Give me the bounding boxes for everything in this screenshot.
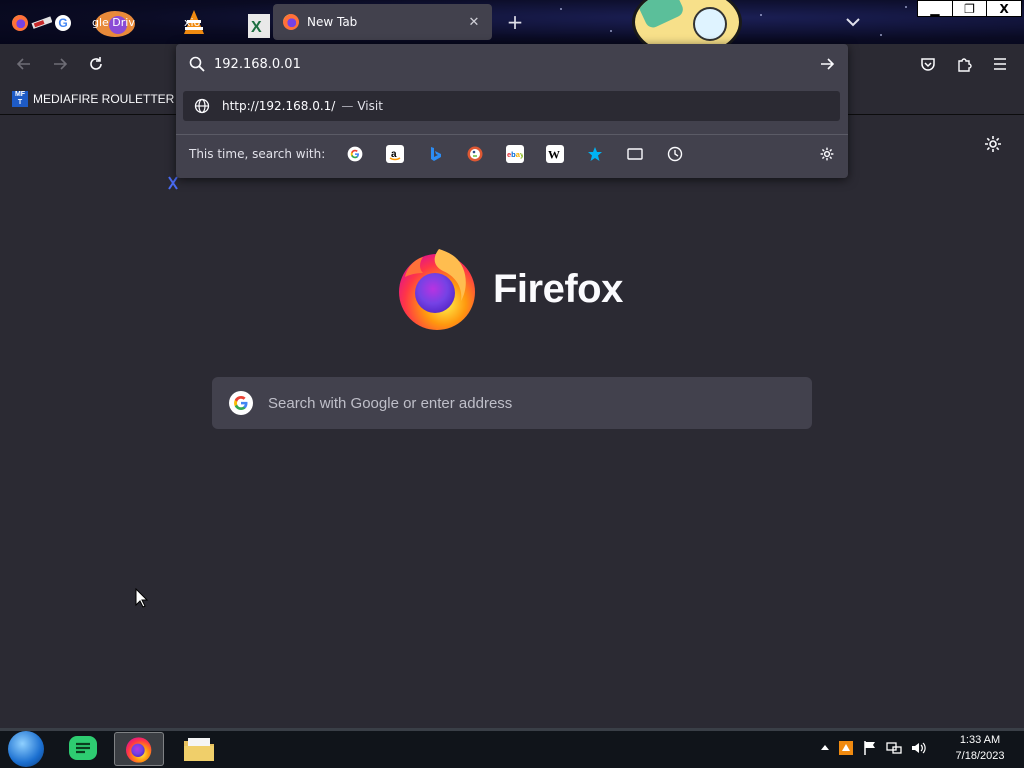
firefox-icon bbox=[12, 15, 28, 31]
drive-tab-text: gle Driv bbox=[92, 16, 135, 29]
windows-taskbar: 1:33 AM 7/18/2023 bbox=[0, 728, 1024, 768]
sticker-cap bbox=[636, 0, 686, 31]
newtab-search-input[interactable] bbox=[266, 393, 812, 413]
google-icon bbox=[229, 391, 253, 415]
desktop-character-sticker bbox=[632, 0, 742, 44]
taskbar-notes-app[interactable] bbox=[58, 732, 108, 766]
spreadsheet-icon: X bbox=[248, 14, 270, 38]
tab-strip: G gle Driv xio X New Tab ✕ + ▁ ❐ X bbox=[0, 0, 1024, 44]
background-tab-excel[interactable]: X bbox=[248, 6, 270, 40]
bookmark-partial-icon[interactable] bbox=[168, 176, 178, 190]
one-off-search-row: This time, search with: a ebay W bbox=[176, 134, 848, 175]
puzzle-icon bbox=[958, 58, 972, 72]
pocket-button[interactable] bbox=[916, 52, 940, 76]
globe-icon bbox=[194, 98, 210, 114]
tab-new-tab[interactable]: New Tab ✕ bbox=[273, 4, 492, 40]
background-star bbox=[880, 34, 882, 36]
system-tray bbox=[820, 740, 926, 756]
volume-icon[interactable] bbox=[910, 740, 926, 756]
search-engine-ebay-icon[interactable]: ebay bbox=[506, 145, 524, 163]
firefox-logo-icon bbox=[399, 249, 475, 330]
background-tab-google[interactable]: G bbox=[55, 6, 71, 40]
arrow-right-icon bbox=[54, 58, 68, 70]
reload-icon bbox=[90, 57, 102, 70]
action-center-flag-icon[interactable] bbox=[862, 740, 878, 756]
taskbar-clock[interactable]: 1:33 AM 7/18/2023 bbox=[950, 732, 1010, 764]
urlbar-input-row bbox=[176, 44, 848, 84]
search-icon bbox=[189, 56, 205, 72]
start-button[interactable] bbox=[8, 731, 44, 767]
back-button[interactable] bbox=[12, 52, 36, 76]
taskbar-firefox[interactable] bbox=[114, 732, 164, 766]
newtab-search-box[interactable] bbox=[212, 377, 812, 429]
close-window-button[interactable]: X bbox=[986, 1, 1021, 16]
urlbar-input[interactable] bbox=[214, 54, 794, 74]
suggestion-action: Visit bbox=[357, 99, 383, 113]
svg-text:W: W bbox=[548, 148, 560, 162]
mediafire-icon: MF T bbox=[12, 91, 28, 107]
search-history-clock-icon[interactable] bbox=[666, 145, 684, 163]
suggestion-url: http://192.168.0.1/ bbox=[222, 99, 336, 113]
close-tab-icon[interactable]: ✕ bbox=[466, 15, 482, 30]
search-with-label: This time, search with: bbox=[189, 147, 326, 161]
pinned-page-icon bbox=[31, 16, 52, 29]
background-star bbox=[610, 30, 612, 32]
minimize-button[interactable]: ▁ bbox=[918, 1, 952, 16]
clock-date: 7/18/2023 bbox=[955, 750, 1005, 762]
background-star bbox=[905, 6, 907, 8]
search-bookmarks-star-icon[interactable] bbox=[586, 145, 604, 163]
reload-button[interactable] bbox=[84, 52, 108, 76]
search-engine-duckduckgo-icon[interactable] bbox=[466, 145, 484, 163]
search-engine-amazon-icon[interactable]: a bbox=[386, 145, 404, 163]
background-tab-drive[interactable]: gle Driv bbox=[92, 6, 138, 40]
clock-time: 1:33 AM bbox=[959, 734, 1001, 746]
svg-text:X: X bbox=[251, 19, 262, 36]
search-engine-wikipedia-icon[interactable]: W bbox=[546, 145, 564, 163]
window-controls: ▁ ❐ X bbox=[917, 0, 1022, 17]
search-settings-gear-icon[interactable] bbox=[818, 145, 836, 163]
tab-title: New Tab bbox=[307, 15, 358, 29]
list-all-tabs-button[interactable] bbox=[843, 12, 863, 32]
network-icon[interactable] bbox=[886, 740, 902, 756]
personalize-new-tab-gear-icon[interactable] bbox=[983, 134, 1003, 154]
sticker-eye bbox=[693, 7, 727, 41]
vlc-tab-text: xio bbox=[184, 16, 201, 29]
search-engine-bing-icon[interactable] bbox=[426, 145, 444, 163]
firefox-wordmark: Firefox bbox=[493, 266, 623, 311]
arrow-left-icon bbox=[16, 58, 30, 70]
bookmark-mediafire-rouletter[interactable]: MF T MEDIAFIRE ROULETTER bbox=[12, 89, 174, 109]
background-star bbox=[760, 14, 762, 16]
new-tab-button[interactable]: + bbox=[503, 10, 527, 34]
firefox-icon bbox=[283, 14, 299, 30]
pocket-icon bbox=[921, 58, 935, 71]
hamburger-menu-icon bbox=[994, 58, 1006, 70]
background-tab-vlc[interactable]: xio bbox=[180, 6, 208, 40]
extensions-button[interactable] bbox=[952, 52, 976, 76]
green-notes-app-icon bbox=[69, 736, 97, 760]
background-tab-firefox[interactable] bbox=[12, 6, 28, 40]
svg-text:ebay: ebay bbox=[507, 150, 523, 159]
mouse-cursor-icon bbox=[135, 588, 149, 608]
url-suggestion-row[interactable]: http://192.168.0.1/ — Visit bbox=[183, 91, 840, 121]
search-tabs-icon[interactable] bbox=[626, 145, 644, 163]
suggestion-separator: — bbox=[341, 99, 354, 113]
urlbar-dropdown: http://192.168.0.1/ — Visit This time, s… bbox=[176, 44, 848, 178]
folder-icon bbox=[184, 738, 214, 761]
taskbar-file-explorer[interactable] bbox=[174, 732, 224, 766]
background-star bbox=[560, 8, 562, 10]
go-arrow-icon[interactable] bbox=[819, 56, 835, 72]
show-hidden-icons-chevron-up-icon[interactable] bbox=[820, 743, 830, 753]
app-menu-button[interactable] bbox=[988, 52, 1012, 76]
bookmark-label: MEDIAFIRE ROULETTER bbox=[33, 92, 175, 106]
firefox-logo: Firefox bbox=[397, 247, 637, 331]
tray-app-orange-icon[interactable] bbox=[838, 740, 854, 756]
background-tab-pinned[interactable] bbox=[30, 6, 52, 40]
firefox-icon bbox=[126, 737, 152, 763]
search-engine-google-icon[interactable] bbox=[346, 145, 364, 163]
forward-button[interactable] bbox=[48, 52, 72, 76]
google-icon: G bbox=[55, 15, 71, 31]
maximize-button[interactable]: ❐ bbox=[951, 1, 987, 16]
